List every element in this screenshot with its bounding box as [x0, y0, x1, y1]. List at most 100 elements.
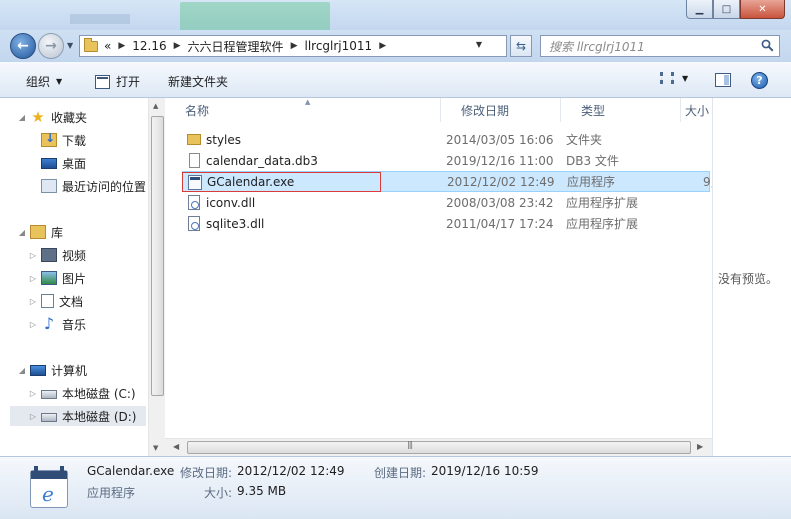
scrollbar-grip-icon: ||| — [407, 440, 413, 449]
breadcrumb-separator-icon[interactable]: ▶ — [118, 41, 125, 51]
column-label: 修改日期 — [461, 103, 510, 118]
change-view-button[interactable]: ▼ — [660, 72, 688, 84]
open-label: 打开 — [116, 75, 141, 89]
breadcrumb-separator-icon[interactable]: ▶ — [174, 41, 181, 51]
nav-libraries[interactable]: ◢ 库 — [17, 222, 63, 242]
nav-disk-d[interactable]: ▷ 本地磁盘 (D:) — [10, 406, 146, 426]
dll-icon — [188, 195, 200, 210]
documents-library-icon — [41, 294, 54, 308]
file-icon — [189, 153, 200, 168]
minimize-button[interactable]: ▁ — [686, 0, 713, 19]
scroll-up-icon[interactable]: ▲ — [153, 102, 158, 110]
details-type: 应用程序 — [87, 486, 136, 500]
minimize-icon: ▁ — [695, 3, 704, 15]
maximize-button[interactable]: □ — [713, 0, 740, 19]
close-button[interactable]: ✕ — [740, 0, 785, 19]
no-preview-text: 没有预览。 — [718, 272, 779, 286]
nav-favorites[interactable]: ◢ ★ 收藏夹 — [17, 107, 87, 127]
file-row[interactable]: styles 2014/03/05 16:06 文件夹 — [182, 129, 710, 150]
new-folder-label: 新建文件夹 — [168, 75, 229, 89]
forward-arrow-icon: → — [45, 38, 57, 54]
expand-arrow-icon[interactable]: ▷ — [28, 320, 38, 329]
search-input[interactable]: 搜索 llrcglrj1011 — [540, 35, 780, 57]
dropdown-arrow-icon[interactable]: ▼ — [682, 74, 688, 83]
file-name: sqlite3.dll — [206, 216, 265, 231]
nav-label: 库 — [51, 225, 64, 240]
file-type: DB3 文件 — [566, 154, 619, 168]
annotation-highlight-box — [182, 172, 381, 192]
address-bar[interactable]: « ▶ 12.16 ▶ 六六日程管理软件 ▶ llrcglrj1011 ▶ ▼ — [79, 35, 507, 57]
system-drive-icon — [41, 390, 57, 399]
breadcrumb-item[interactable]: 六六日程管理软件 — [188, 38, 284, 55]
expand-arrow-icon[interactable]: ▷ — [28, 297, 38, 306]
nav-label: 下载 — [62, 133, 87, 148]
nav-pictures[interactable]: ▷ 图片 — [28, 268, 86, 288]
breadcrumb-separator-icon[interactable]: ▶ — [291, 41, 298, 51]
scroll-right-icon[interactable]: ▶ — [697, 442, 703, 451]
background-window-fragment — [70, 14, 130, 24]
nav-label: 本地磁盘 (C:) — [62, 386, 136, 401]
file-list: ▲ 名称 修改日期 类型 大小 styles 2014/03/05 16:06 … — [165, 98, 714, 456]
recent-pages-dropdown[interactable]: ▼ — [67, 41, 73, 50]
details-pane: GCalendar.exe 应用程序 修改日期: 2012/12/02 12:4… — [0, 456, 791, 519]
expand-arrow-icon[interactable]: ▷ — [28, 251, 38, 260]
command-bar: 组织 ▼ 打开 新建文件夹 ▼ ? — [0, 62, 791, 98]
column-header-type[interactable]: 类型 — [561, 98, 681, 122]
open-icon — [95, 74, 110, 89]
scrollbar-thumb[interactable] — [187, 441, 691, 454]
address-history-dropdown[interactable]: ▼ — [476, 40, 482, 49]
file-name: iconv.dll — [206, 195, 256, 210]
collapse-arrow-icon[interactable]: ◢ — [17, 366, 27, 375]
expand-arrow-icon[interactable]: ▷ — [28, 389, 38, 398]
column-header-name[interactable]: 名称 — [165, 98, 441, 122]
organize-label: 组织 — [26, 75, 51, 89]
breadcrumb-overflow[interactable]: « — [104, 39, 111, 53]
column-label: 类型 — [581, 103, 606, 118]
back-button[interactable]: ← — [10, 33, 36, 59]
music-note-icon: ♪ — [43, 314, 55, 333]
expand-arrow-icon[interactable]: ▷ — [28, 412, 38, 421]
horizontal-scrollbar[interactable]: ◀ ||| ▶ — [165, 438, 712, 456]
nav-videos[interactable]: ▷ 视频 — [28, 245, 86, 265]
recent-places-icon — [41, 179, 57, 193]
nav-recent-places[interactable]: 最近访问的位置 — [28, 176, 146, 196]
new-folder-button[interactable]: 新建文件夹 — [168, 73, 228, 90]
organize-menu[interactable]: 组织 ▼ — [26, 73, 62, 90]
nav-computer[interactable]: ◢ 计算机 — [17, 360, 87, 380]
file-row[interactable]: iconv.dll 2008/03/08 23:42 应用程序扩展 — [182, 192, 710, 213]
scroll-down-icon[interactable]: ▼ — [153, 444, 158, 452]
collapse-arrow-icon[interactable]: ◢ — [17, 228, 27, 237]
refresh-button[interactable]: ⇆ — [510, 35, 532, 57]
dll-icon — [188, 216, 200, 231]
scrollbar-thumb[interactable] — [151, 116, 164, 396]
drive-icon — [41, 413, 57, 422]
column-header-modified[interactable]: 修改日期 — [441, 98, 561, 122]
file-row[interactable]: sqlite3.dll 2011/04/17 17:24 应用程序扩展 — [182, 213, 710, 234]
breadcrumb-separator-icon[interactable]: ▶ — [379, 41, 386, 51]
window-controls: ▁ □ ✕ — [686, 0, 785, 19]
nav-documents[interactable]: ▷ 文档 — [28, 291, 83, 311]
nav-label: 音乐 — [62, 317, 87, 332]
search-icon[interactable] — [761, 39, 774, 52]
close-icon: ✕ — [758, 3, 767, 15]
details-modified-label: 修改日期: — [180, 466, 233, 480]
help-icon[interactable]: ? — [751, 72, 768, 89]
details-modified-value: 2012/12/02 12:49 — [237, 464, 345, 478]
collapse-arrow-icon[interactable]: ◢ — [17, 113, 27, 122]
details-created-value: 2019/12/16 10:59 — [431, 464, 539, 478]
file-type: 应用程序扩展 — [566, 196, 639, 210]
breadcrumb-item[interactable]: llrcglrj1011 — [304, 39, 372, 53]
navigation-scrollbar[interactable]: ▲ ▼ — [148, 98, 165, 456]
nav-label: 图片 — [62, 271, 87, 286]
file-row[interactable]: calendar_data.db3 2019/12/16 11:00 DB3 文… — [182, 150, 710, 171]
nav-desktop[interactable]: 桌面 — [28, 153, 86, 173]
preview-pane-toggle-icon[interactable] — [715, 73, 731, 87]
scroll-left-icon[interactable]: ◀ — [173, 442, 179, 451]
open-button[interactable]: 打开 — [95, 73, 140, 90]
nav-downloads[interactable]: 下载 — [28, 130, 86, 150]
forward-button[interactable]: → — [38, 33, 64, 59]
nav-disk-c[interactable]: ▷ 本地磁盘 (C:) — [28, 383, 136, 403]
breadcrumb-item[interactable]: 12.16 — [132, 39, 166, 53]
nav-music[interactable]: ▷ ♪ 音乐 — [28, 314, 86, 334]
expand-arrow-icon[interactable]: ▷ — [28, 274, 38, 283]
